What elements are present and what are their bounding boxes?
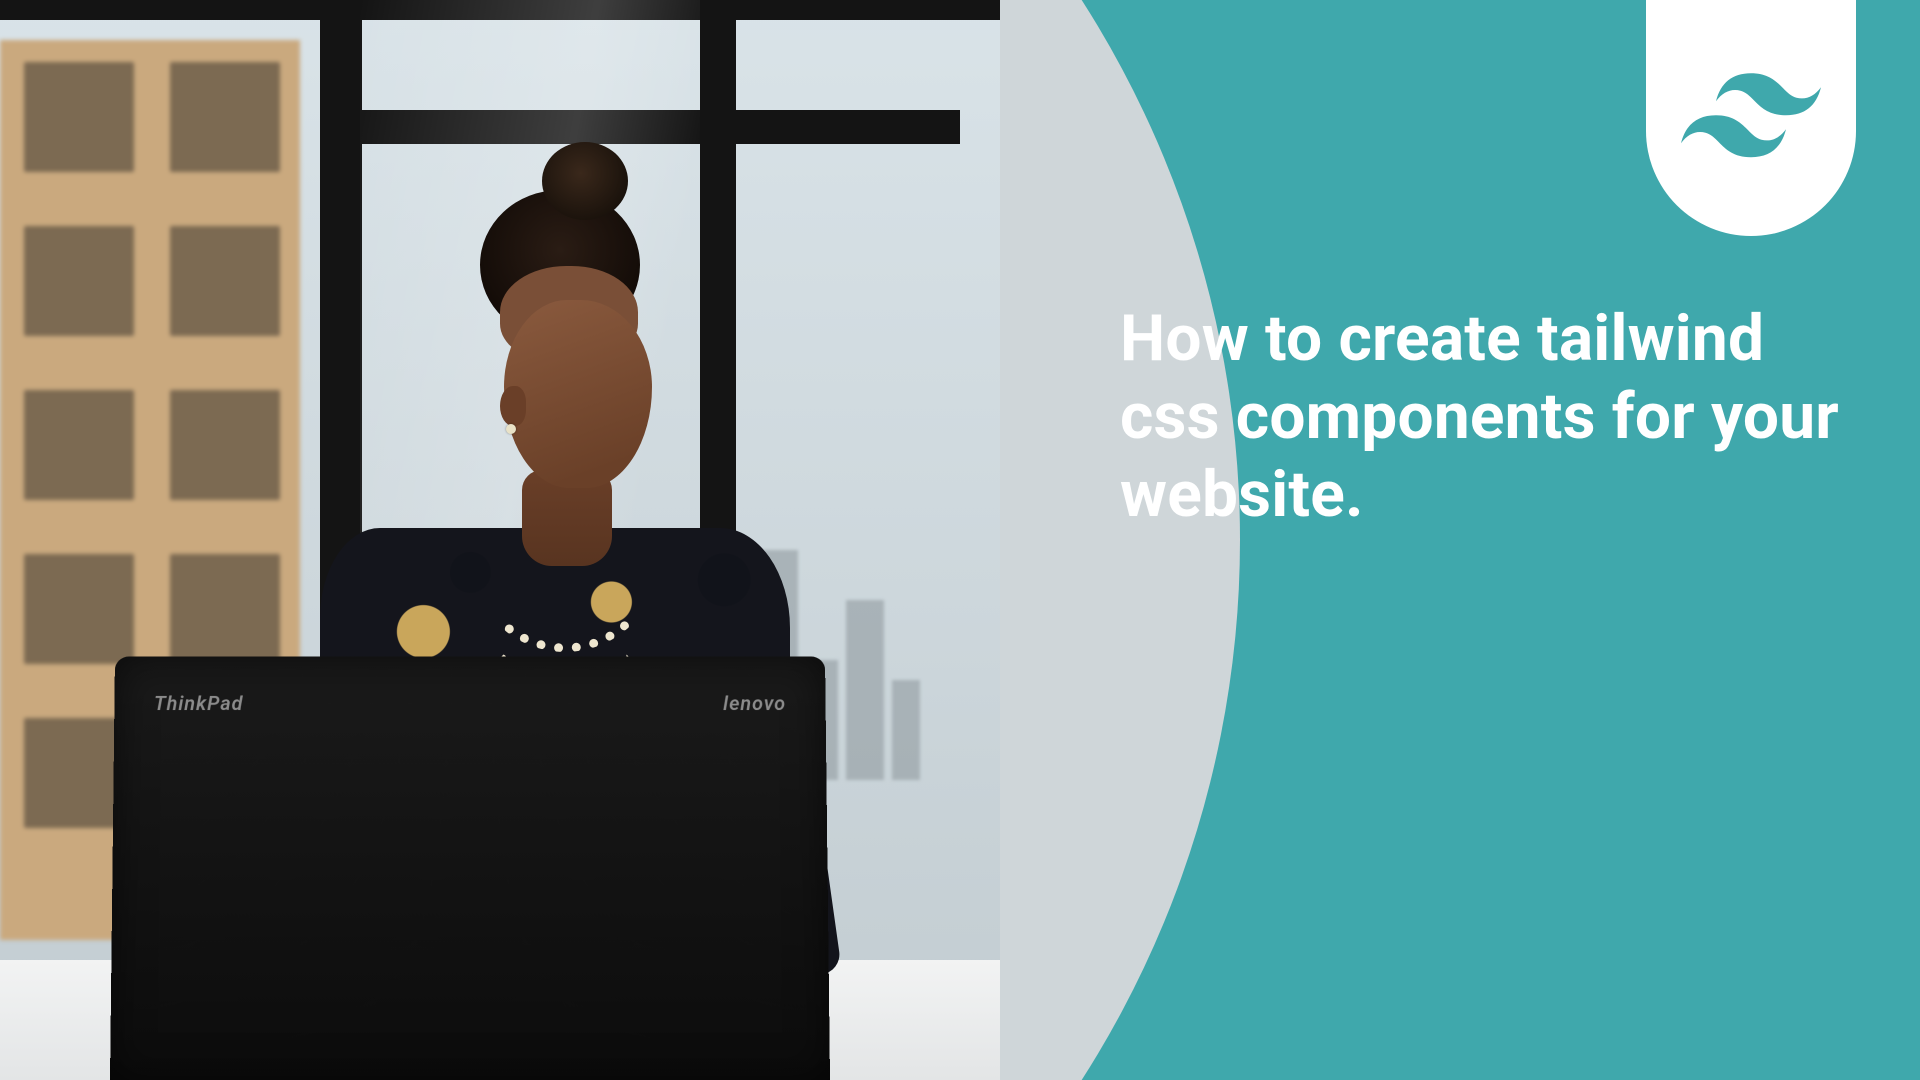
headline-wrap: How to create tailwind css components fo… bbox=[1120, 300, 1840, 534]
laptop-brand-left: ThinkPad bbox=[154, 692, 244, 715]
hero-photo: ThinkPad lenovo bbox=[0, 0, 1240, 1080]
person-ear bbox=[500, 386, 526, 426]
laptop: ThinkPad lenovo bbox=[110, 657, 830, 1080]
logo-pill bbox=[1646, 0, 1856, 236]
headline: How to create tailwind css components fo… bbox=[1120, 300, 1840, 534]
tailwindcss-logo-icon bbox=[1681, 71, 1821, 165]
laptop-brand-right: lenovo bbox=[723, 692, 786, 715]
person-face bbox=[504, 300, 652, 488]
hero-banner: ThinkPad lenovo How to create tailwind c… bbox=[0, 0, 1920, 1080]
photo-scene: ThinkPad lenovo bbox=[0, 0, 1000, 1080]
person-hair-bun bbox=[542, 142, 628, 220]
person-earring bbox=[506, 424, 516, 434]
